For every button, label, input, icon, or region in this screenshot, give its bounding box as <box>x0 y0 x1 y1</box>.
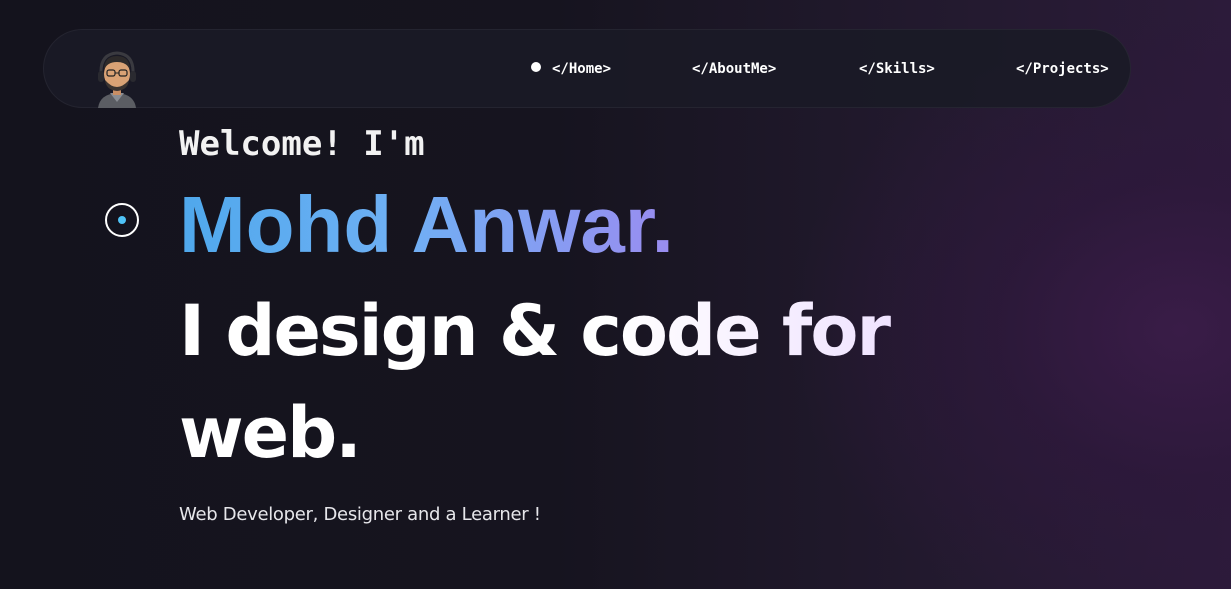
nav-link-projects[interactable]: </Projects> <box>1016 60 1109 78</box>
nav-link-home[interactable]: </Home> <box>531 60 611 78</box>
nav-link-skills-label: </Skills> <box>859 61 935 77</box>
hero-name-heading: Mohd Anwar. <box>179 178 674 272</box>
hero-subtitle: Web Developer, Designer and a Learner ! <box>179 504 541 525</box>
custom-cursor-ring-icon <box>105 203 139 237</box>
nav-link-skills[interactable]: </Skills> <box>859 60 935 78</box>
hero-welcome-text: Welcome! I'm <box>179 124 425 164</box>
avatar-icon[interactable] <box>94 50 140 108</box>
nav-link-projects-label: </Projects> <box>1016 61 1109 77</box>
navbar: </Home> </AboutMe> </Skills> </Projects> <box>43 29 1131 108</box>
hero-tagline-heading: I design & code for web. <box>179 280 899 484</box>
nav-link-aboutme[interactable]: </AboutMe> <box>692 60 776 78</box>
active-indicator-dot-icon <box>531 62 541 72</box>
custom-cursor-dot-icon <box>118 216 126 224</box>
nav-link-home-label: </Home> <box>552 61 612 77</box>
nav-link-aboutme-label: </AboutMe> <box>692 61 777 77</box>
